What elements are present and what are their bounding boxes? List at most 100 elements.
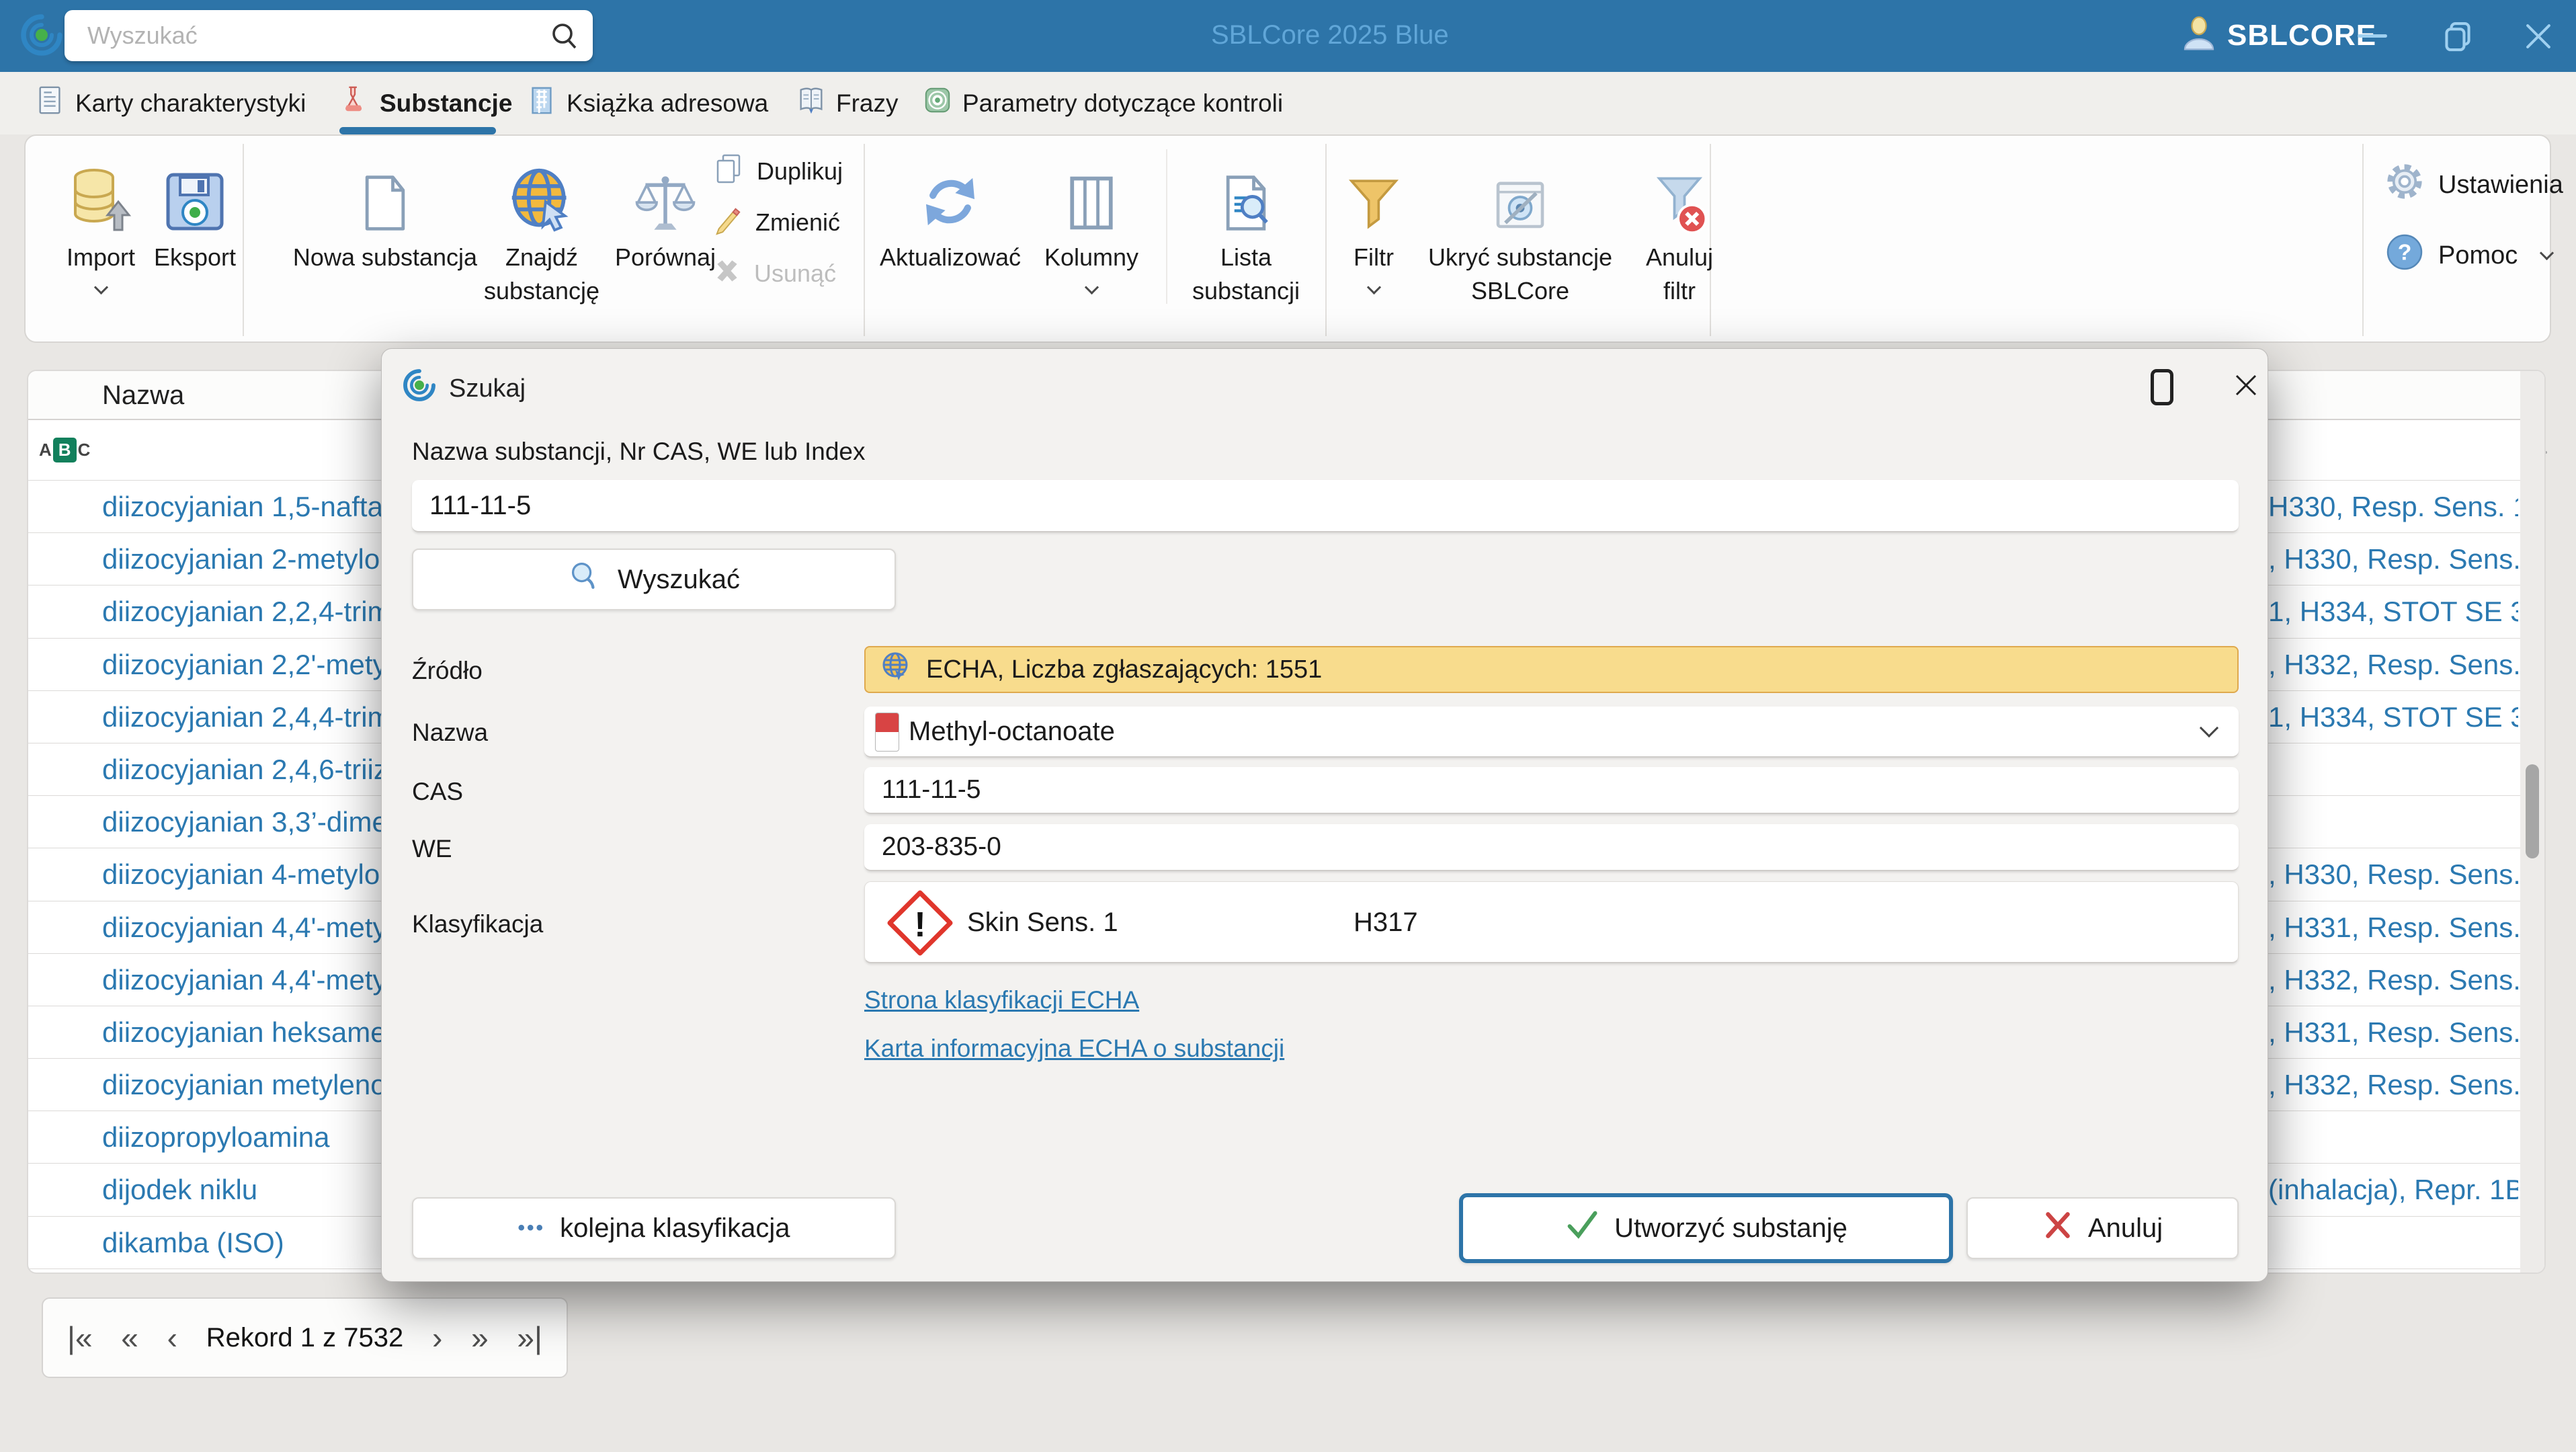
znajdz-substancje-button[interactable]: Znajdź substancję (471, 145, 612, 307)
cas-field[interactable]: 111-11-5 (864, 767, 2239, 814)
echa-infocard-link[interactable]: Karta informacyjna ECHA o substancji (864, 1035, 1284, 1063)
tab-substancje[interactable]: Substancje (339, 72, 512, 134)
new-page-icon (284, 145, 486, 234)
tab-karty-charakterystyki[interactable]: Karty charakterystyki (35, 72, 306, 134)
active-tab-indicator (339, 127, 496, 134)
columns-icon (1031, 145, 1152, 234)
globe-search-icon (471, 145, 612, 234)
substance-classification-fragment: 1, H334, STOT SE 3,... (2268, 700, 2518, 733)
nazwa-combobox[interactable]: Methyl-octanoate (864, 707, 2239, 758)
filtr-button[interactable]: Filtr (1340, 145, 1407, 296)
funnel-icon (1340, 145, 1407, 234)
zmienic-button[interactable]: Zmienić (712, 202, 884, 243)
nowa-substancja-button[interactable]: Nowa substancja (284, 145, 486, 274)
svg-text:!: ! (914, 905, 925, 944)
substance-classification-fragment: , H332, Resp. Sens. 1,... (2268, 648, 2518, 680)
red-x-icon (2042, 1209, 2073, 1247)
pager-fast-prev-button[interactable]: « (121, 1320, 138, 1356)
pomoc-button[interactable]: ? Pomoc (2384, 232, 2554, 279)
aktualizowac-button[interactable]: Aktualizować (870, 145, 1031, 274)
substance-classification-fragment: , H332, Resp. Sens. 1,... (2268, 963, 2518, 996)
lista-substancji-button[interactable]: Lista substancji (1179, 145, 1313, 307)
dialog-maximize-button[interactable] (2151, 369, 2173, 405)
anuluj-filtr-button[interactable]: Anuluj filtr (1636, 145, 1723, 307)
zrodlo-label: Źródło (412, 657, 483, 684)
search-icon (568, 559, 603, 600)
pager-fast-next-button[interactable]: » (471, 1320, 489, 1356)
svg-text:?: ? (2398, 239, 2412, 265)
search-icon[interactable] (548, 19, 581, 55)
poland-flag-icon (875, 713, 899, 752)
pager-last-button[interactable]: »| (517, 1320, 542, 1356)
check-icon (1565, 1209, 1599, 1248)
substance-classification-fragment: , H330, Resp. Sens. 1,... (2268, 858, 2518, 891)
echa-globe-icon (879, 650, 911, 689)
dialog-logo-icon (401, 366, 438, 407)
zrodlo-value-bar[interactable]: ECHA, Liczba zgłaszających: 1551 (864, 646, 2239, 693)
substance-classification-fragment: , H331, Resp. Sens. 1,... (2268, 1016, 2518, 1048)
user-icon (2180, 15, 2218, 56)
echa-classification-link[interactable]: Strona klasyfikacji ECHA (864, 986, 1139, 1014)
porownaj-button[interactable]: Porównaj (601, 145, 729, 274)
global-search-box[interactable] (65, 10, 593, 61)
column-header-nazwa[interactable]: Nazwa (102, 380, 184, 411)
chevron-down-icon[interactable] (2199, 718, 2219, 738)
book-icon (796, 85, 827, 122)
pager-next-button[interactable]: › (432, 1320, 442, 1356)
ghs07-exclamation-icon: ! (886, 889, 954, 960)
scrollbar-thumb[interactable] (2526, 764, 2539, 858)
restore-icon (2445, 22, 2470, 51)
delete-x-icon (712, 256, 742, 292)
chevron-down-icon (1366, 280, 1381, 294)
ukryc-substancje-button[interactable]: Ukryć substancje SBLCore (1407, 145, 1633, 307)
tab-frazy[interactable]: Frazy (796, 72, 899, 134)
wyszukac-button[interactable]: Wyszukać (412, 549, 896, 610)
target-icon (922, 85, 953, 122)
title-bar: SBLCore 2025 Blue SBLCORE (0, 0, 2576, 72)
szukaj-dialog: Szukaj Nazwa substancji, Nr CAS, WE lub … (381, 348, 2268, 1282)
substance-name: dikamba (ISO) (102, 1226, 284, 1258)
app-logo-icon (17, 11, 66, 63)
help-icon: ? (2384, 232, 2425, 279)
kolejna-klasyfikacja-button[interactable]: ••• kolejna klasyfikacja (412, 1197, 896, 1259)
close-button[interactable] (2508, 0, 2569, 72)
refresh-icon (870, 145, 1031, 234)
ustawienia-button[interactable]: Ustawienia (2384, 161, 2563, 208)
pager-record-label: Rekord 1 z 7532 (206, 1322, 404, 1353)
tab-ksiazka-adresowa[interactable]: Książka adresowa (526, 72, 768, 134)
tab-parametry-kontroli[interactable]: Parametry dotyczące kontroli (922, 72, 1283, 134)
abc-filter-icon[interactable]: ABC (39, 438, 90, 462)
tab-label: Książka adresowa (567, 89, 769, 117)
restore-button[interactable] (2427, 0, 2488, 72)
eksport-button[interactable]: Eksport (148, 145, 242, 274)
copy-icon (712, 153, 745, 191)
substance-classification-fragment: H330, Resp. Sens. 1,... (2268, 491, 2518, 522)
we-label: WE (412, 835, 452, 862)
database-import-icon (60, 145, 141, 234)
import-button[interactable]: Import (60, 145, 141, 296)
substance-classification-fragment: , H331, Resp. Sens. 1,... (2268, 911, 2518, 943)
substance-search-input[interactable] (412, 480, 2239, 531)
pager-first-button[interactable]: |« (67, 1320, 93, 1356)
global-search-input[interactable] (87, 10, 531, 61)
kolumny-button[interactable]: Kolumny (1031, 145, 1152, 296)
nazwa-label: Nazwa (412, 719, 489, 746)
chevron-down-icon (93, 280, 108, 294)
duplikuj-button[interactable]: Duplikuj (712, 151, 884, 192)
pager-prev-button[interactable]: ‹ (167, 1320, 177, 1356)
zrodlo-value: ECHA, Liczba zgłaszających: 1551 (926, 655, 1323, 684)
close-icon (2526, 24, 2550, 48)
minimize-button[interactable] (2342, 0, 2403, 72)
minimize-icon (2358, 34, 2387, 38)
substance-classification-fragment: (inhalacja), Repr. 1B... (2268, 1174, 2518, 1206)
ribbon-tab-bar: Karty charakterystyki Substancje Książka… (0, 72, 2576, 134)
substance-search-input-wrap[interactable] (412, 480, 2239, 532)
vertical-scrollbar[interactable] (2520, 371, 2544, 1273)
anuluj-button[interactable]: Anuluj (1966, 1197, 2239, 1259)
utworzyc-substancje-button[interactable]: Utworzyć substanję (1459, 1193, 1953, 1263)
window-title: SBLCore 2025 Blue (1211, 20, 1449, 50)
pencil-icon (712, 204, 743, 241)
dialog-close-button[interactable] (2231, 370, 2261, 403)
funnel-cancel-icon (1636, 145, 1723, 234)
we-field[interactable]: 203-835-0 (864, 824, 2239, 871)
